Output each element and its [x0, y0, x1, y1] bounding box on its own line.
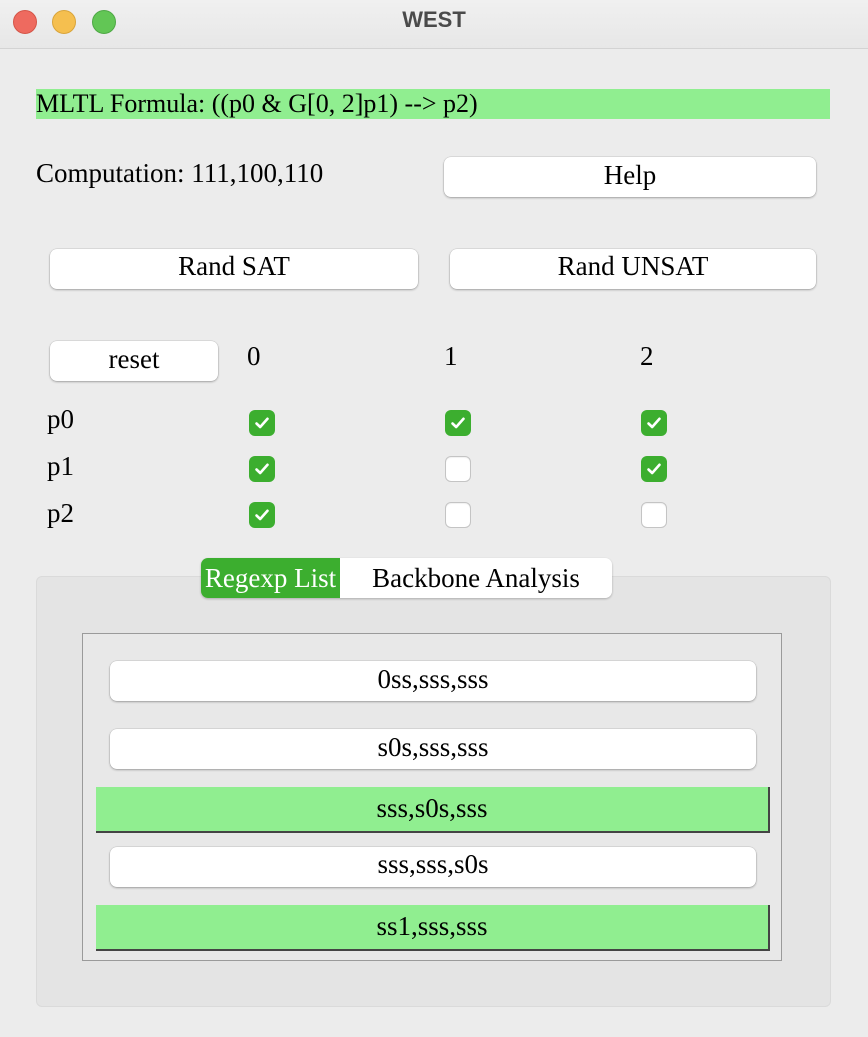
checkbox-p0-0[interactable]	[249, 410, 275, 436]
row-label-p2: p2	[47, 498, 74, 528]
regexp-item-highlighted[interactable]: ss1,sss,sss	[96, 905, 770, 951]
row-label-p0: p0	[47, 404, 74, 434]
tab-regexp-list[interactable]: Regexp List	[201, 558, 340, 598]
rand-sat-button[interactable]: Rand SAT	[50, 249, 418, 289]
checkmark-icon	[255, 463, 269, 475]
checkmark-icon	[647, 463, 661, 475]
column-header-1: 1	[444, 341, 458, 371]
reset-button[interactable]: reset	[50, 341, 218, 381]
column-header-2: 2	[640, 341, 654, 371]
column-header-0: 0	[247, 341, 261, 371]
checkbox-p1-2[interactable]	[641, 456, 667, 482]
row-label-p1: p1	[47, 451, 74, 481]
checkbox-p2-0[interactable]	[249, 502, 275, 528]
regexp-item[interactable]: s0s,sss,sss	[110, 729, 756, 769]
checkmark-icon	[255, 417, 269, 429]
checkmark-icon	[255, 509, 269, 521]
checkbox-p2-2[interactable]	[641, 502, 667, 528]
regexp-item-highlighted[interactable]: sss,s0s,sss	[96, 787, 770, 833]
checkbox-p1-0[interactable]	[249, 456, 275, 482]
regexp-item[interactable]: 0ss,sss,sss	[110, 661, 756, 701]
checkbox-p1-1[interactable]	[445, 456, 471, 482]
window-title: WEST	[402, 7, 466, 32]
computation-label: Computation: 111,100,110	[36, 158, 324, 188]
checkmark-icon	[647, 417, 661, 429]
checkbox-p2-1[interactable]	[445, 502, 471, 528]
regexp-item[interactable]: sss,sss,s0s	[110, 847, 756, 887]
checkbox-p0-2[interactable]	[641, 410, 667, 436]
mltl-formula: MLTL Formula: ((p0 & G[0, 2]p1) --> p2)	[36, 89, 830, 119]
checkmark-icon	[451, 417, 465, 429]
rand-unsat-button[interactable]: Rand UNSAT	[450, 249, 816, 289]
help-button[interactable]: Help	[444, 157, 816, 197]
tab-backbone-analysis[interactable]: Backbone Analysis	[340, 558, 612, 598]
tab-bar: Regexp List Backbone Analysis	[201, 558, 612, 598]
checkbox-p0-1[interactable]	[445, 410, 471, 436]
title-bar: WEST	[0, 0, 868, 49]
